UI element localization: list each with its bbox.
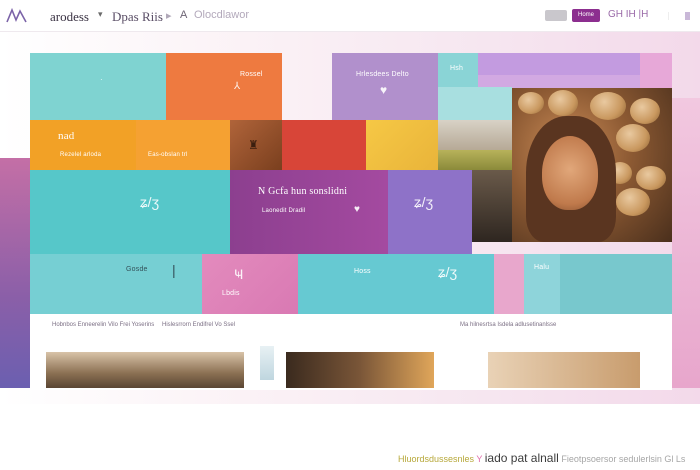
marker-icon: | [172, 262, 176, 278]
tile-label: Hoss [354, 268, 371, 275]
pattern-icon: ʑ/ʒ [140, 194, 160, 210]
thumbnail-flowers[interactable] [260, 346, 274, 380]
tile-pink-b[interactable]: Ҹ Lbdis [202, 254, 298, 314]
nav-extra-links[interactable]: GH IH |H [608, 9, 648, 20]
brand-logo-icon[interactable] [6, 8, 28, 24]
tile-orange-nad[interactable]: nad Rezelel arloda [30, 120, 136, 170]
tile-teal-a[interactable]: · [30, 53, 166, 120]
heart-icon: ♥ [380, 83, 388, 97]
breadcrumb-sub[interactable]: Olocdlawor [194, 9, 249, 21]
tile-green-photo[interactable] [438, 150, 512, 170]
tile-glyph-icon: ⅄ [234, 81, 241, 92]
tile-label: Hsh [450, 65, 464, 72]
tile-violet-b[interactable]: ʑ/ʒ [388, 170, 472, 254]
brand-name[interactable]: arodess [50, 9, 89, 25]
tile-teal-f[interactable] [560, 254, 672, 314]
tile-lamp-photo[interactable] [472, 170, 512, 242]
hero-left-band [0, 158, 30, 388]
footer-prefix: Hluordsdussesnles [398, 454, 475, 464]
section-menu[interactable]: Dpas Riis [112, 9, 163, 25]
content-strip: Hobnbos Enneerelin Vilo Frei Yoserins Hi… [30, 314, 672, 390]
heart-icon: ♥ [354, 204, 360, 215]
tile-center[interactable]: N Gcfa hun sonslidni Laonedit Dradil ♥ [230, 170, 388, 254]
breadcrumb[interactable]: A [180, 9, 187, 21]
tile-caption: Rezelel arloda [60, 152, 102, 158]
strip-caption-left: Hobnbos Enneerelin Vilo Frei Yoserins [52, 322, 155, 328]
menu-icon[interactable] [668, 12, 690, 20]
tile-yellow[interactable] [366, 120, 438, 170]
tile-title: nad [58, 130, 75, 142]
figure-icon: ♜ [248, 138, 259, 152]
tile-teal-c[interactable]: Gosde | [30, 254, 202, 314]
pattern-icon: Ҹ [234, 266, 244, 282]
primary-button[interactable]: Home [572, 9, 600, 22]
footer-tail: Gl Ls [664, 454, 686, 464]
tile-orange-b[interactable]: Eas-obslan trl [136, 120, 230, 170]
footer-mark: Y [476, 454, 483, 464]
hero-portrait-image[interactable] [512, 88, 672, 242]
thumbnail-jewelry[interactable] [488, 352, 640, 388]
secondary-button[interactable] [545, 10, 567, 21]
tile-pink-a[interactable] [640, 53, 672, 88]
chevron-down-icon[interactable]: ▾ [98, 9, 103, 20]
footer-suffix: Fieotpsoersor sedulerlsin [561, 454, 662, 464]
footer-tagline: Hluordsdussesnles Y iado pat alnall Fieo… [398, 451, 685, 465]
tile-caption: Eas-obslan trl [148, 152, 188, 158]
thumbnail-dining[interactable] [286, 352, 434, 388]
tile-label: Gosde [126, 266, 148, 273]
tile-red[interactable] [282, 120, 366, 170]
separator-icon: ▸ [166, 10, 172, 22]
pattern-icon: ʑ/ʒ [438, 264, 458, 280]
tile-teal-small[interactable]: Hsh [438, 53, 478, 87]
tile-label: Rossel [240, 71, 263, 78]
top-navigation-bar: arodess ▾ Dpas Riis ▸ A Olocdlawor Home … [0, 0, 700, 32]
tile-glyph-icon: · [100, 75, 103, 84]
tile-label: Halu [534, 264, 550, 271]
strip-caption-right: Ma hilnesrtsa Isdela adlusetinanlsse [460, 322, 557, 328]
tile-pink-c[interactable] [494, 254, 524, 314]
tile-teal-b[interactable] [438, 87, 512, 120]
tile-label: Hrlesdees Delto [356, 71, 409, 78]
pattern-icon: ʑ/ʒ [414, 194, 434, 210]
tile-title: N Gcfa hun sonslidni [258, 186, 348, 197]
tile-teal-large[interactable]: ʑ/ʒ [30, 170, 230, 254]
tile-violet-a[interactable] [478, 53, 640, 75]
tile-teal-d[interactable]: Hoss ʑ/ʒ [298, 254, 494, 314]
strip-caption-mid: Hislesrrorn Endifrel Vo Ssel [162, 322, 236, 328]
tile-purple-a[interactable]: Hrlesdees Delto ♥ [332, 53, 438, 120]
tile-label: Lbdis [222, 290, 240, 297]
thumbnail-market[interactable] [46, 352, 244, 388]
tile-brown-photo[interactable]: ♜ [230, 120, 282, 170]
tile-building-photo[interactable] [438, 120, 512, 150]
tile-teal-e[interactable]: Halu [524, 254, 560, 314]
tile-orange-a[interactable]: Rossel ⅄ [166, 53, 282, 120]
tile-caption: Laonedit Dradil [262, 208, 306, 214]
hero-right-band [672, 98, 700, 388]
footer-emphasis[interactable]: iado pat alnall [485, 451, 559, 465]
